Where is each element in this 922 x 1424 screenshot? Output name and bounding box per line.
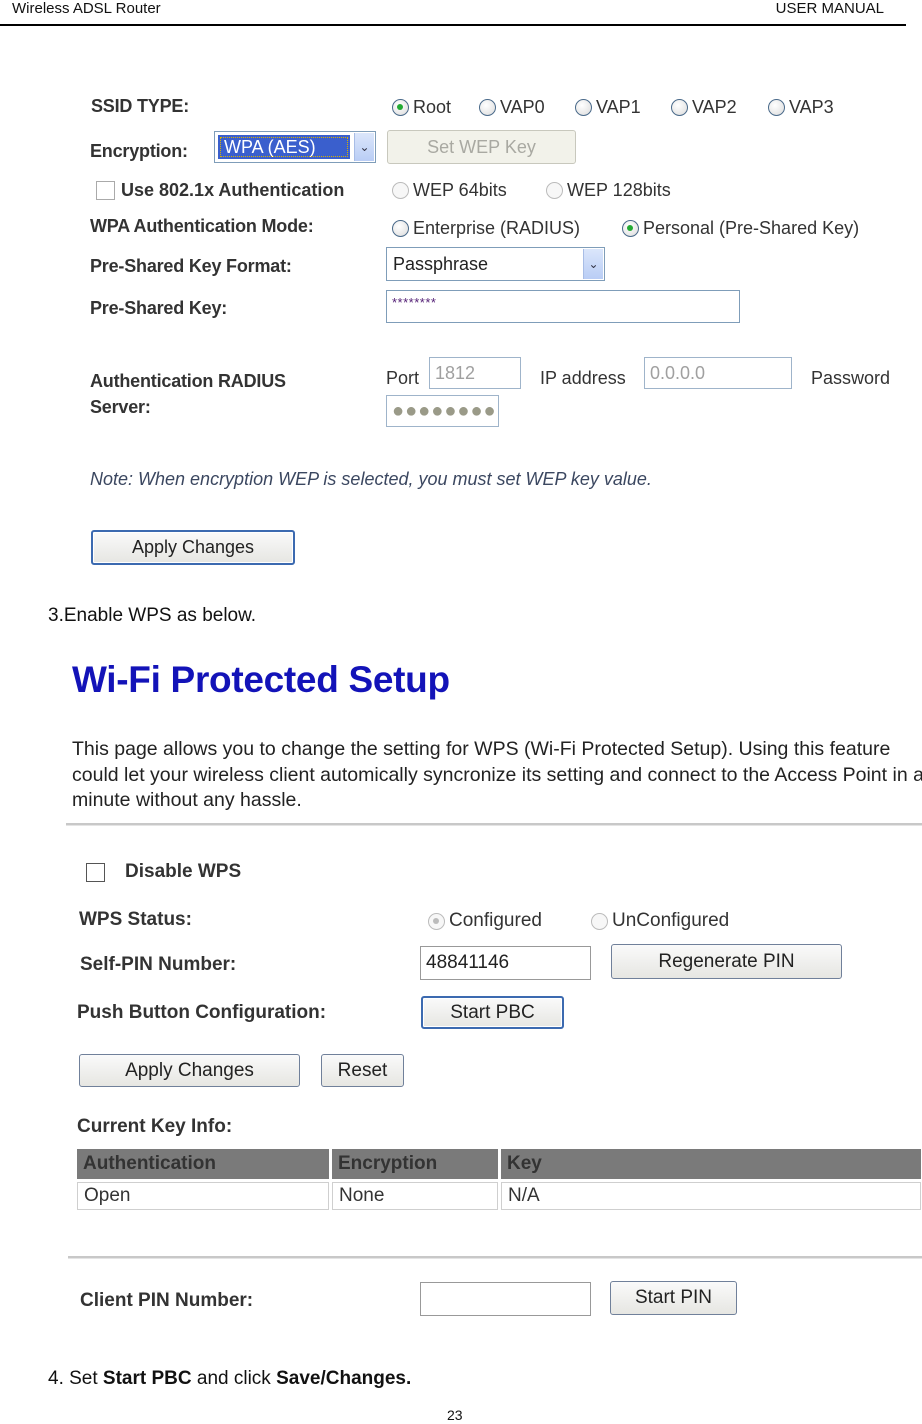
set-wep-key-button[interactable]: Set WEP Key	[387, 130, 576, 164]
wps-status-configured-label: Configured	[449, 910, 542, 931]
header-divider	[0, 24, 906, 26]
use-8021x-label: Use 802.1x Authentication	[121, 180, 345, 200]
radio-icon[interactable]	[392, 182, 409, 199]
ssid-type-vap0[interactable]: VAP0	[479, 97, 545, 118]
radius-ip-label: IP address	[540, 368, 626, 388]
column-header-encryption: Encryption	[332, 1149, 498, 1179]
step-4-instruction: 4. Set Start PBC and click Save/Changes.	[48, 1368, 411, 1390]
step-4-save-changes: Save/Changes.	[276, 1368, 412, 1389]
wps-apply-changes-button[interactable]: Apply Changes	[79, 1054, 300, 1087]
client-pin-label: Client PIN Number:	[80, 1290, 254, 1311]
disable-wps-label: Disable WPS	[125, 861, 242, 882]
current-key-info-table: Authentication Encryption Key Open None …	[74, 1146, 922, 1213]
wep-note: Note: When encryption WEP is selected, y…	[90, 469, 652, 489]
ssid-type-vap2[interactable]: VAP2	[671, 97, 737, 118]
step-4-middle: and click	[191, 1368, 277, 1389]
psk-input[interactable]: ********	[386, 290, 740, 323]
ssid-type-vap1-label: VAP1	[596, 97, 641, 117]
radio-selected-icon[interactable]	[622, 220, 639, 237]
use-8021x-checkbox[interactable]: Use 802.1x Authentication	[96, 180, 344, 201]
radio-icon[interactable]	[768, 99, 785, 116]
auth-mode-enterprise-label: Enterprise (RADIUS)	[413, 218, 581, 238]
step-4-prefix: 4. Set	[48, 1368, 103, 1389]
page-number: 23	[447, 1407, 463, 1423]
radius-password-label: Password	[811, 368, 891, 388]
cell-key: N/A	[501, 1182, 921, 1210]
radio-icon[interactable]	[479, 99, 496, 116]
wep-64bits-radio[interactable]: WEP 64bits	[392, 180, 507, 201]
divider	[66, 823, 922, 826]
wps-description: This page allows you to change the setti…	[72, 738, 922, 811]
radio-icon[interactable]	[546, 182, 563, 199]
checkbox-icon[interactable]	[96, 181, 115, 200]
psk-format-select[interactable]: Passphrase ⌄	[386, 247, 605, 281]
document-header-manual: USER MANUAL	[775, 0, 884, 17]
radio-icon[interactable]	[671, 99, 688, 116]
chevron-down-icon[interactable]: ⌄	[354, 133, 374, 161]
cell-authentication: Open	[77, 1182, 329, 1210]
psk-format-label: Pre-Shared Key Format:	[90, 256, 292, 276]
radio-icon[interactable]	[575, 99, 592, 116]
wps-status-unconfigured[interactable]: UnConfigured	[591, 910, 729, 932]
divider	[68, 1256, 922, 1259]
encryption-label: Encryption:	[90, 141, 188, 161]
disable-wps-checkbox[interactable]: Disable WPS	[86, 861, 241, 883]
auth-mode-enterprise[interactable]: Enterprise (RADIUS)	[392, 218, 580, 239]
wps-status-configured[interactable]: Configured	[428, 910, 542, 932]
wps-status-label: WPS Status:	[79, 909, 192, 930]
apply-changes-button[interactable]: Apply Changes	[91, 530, 295, 565]
wpa-auth-mode-label: WPA Authentication Mode:	[90, 216, 314, 236]
wep-64bits-label: WEP 64bits	[413, 180, 507, 200]
ssid-type-vap0-label: VAP0	[500, 97, 545, 117]
wep-128bits-label: WEP 128bits	[567, 180, 671, 200]
radius-label-line1: Authentication RADIUS	[90, 371, 286, 391]
self-pin-input[interactable]: 48841146	[420, 946, 591, 980]
table-header-row: Authentication Encryption Key	[77, 1149, 921, 1179]
pbc-label: Push Button Configuration:	[77, 1002, 327, 1023]
checkbox-icon[interactable]	[86, 862, 105, 882]
ssid-type-label: SSID TYPE:	[91, 96, 190, 116]
encryption-select-value: WPA (AES)	[218, 135, 350, 159]
radius-port-label: Port	[386, 368, 420, 388]
column-header-authentication: Authentication	[77, 1149, 329, 1179]
wps-reset-button[interactable]: Reset	[321, 1054, 404, 1087]
radio-icon[interactable]	[392, 220, 409, 237]
client-pin-input[interactable]	[420, 1282, 591, 1316]
table-row: Open None N/A	[77, 1182, 921, 1210]
radius-port-input[interactable]: 1812	[429, 357, 521, 389]
encryption-select[interactable]: WPA (AES) ⌄	[214, 131, 376, 163]
document-header-title: Wireless ADSL Router	[12, 0, 161, 17]
auth-mode-personal[interactable]: Personal (Pre-Shared Key)	[622, 218, 859, 239]
radius-password-input[interactable]: ●●●●●●●●	[386, 395, 499, 427]
ssid-type-vap1[interactable]: VAP1	[575, 97, 641, 118]
current-key-info-label: Current Key Info:	[77, 1116, 233, 1137]
ssid-type-vap3-label: VAP3	[789, 97, 834, 117]
ssid-type-vap3[interactable]: VAP3	[768, 97, 834, 118]
regenerate-pin-button[interactable]: Regenerate PIN	[611, 944, 842, 979]
wep-128bits-radio[interactable]: WEP 128bits	[546, 180, 671, 201]
start-pin-button[interactable]: Start PIN	[610, 1281, 737, 1315]
wps-status-unconfigured-label: UnConfigured	[612, 910, 730, 931]
psk-label: Pre-Shared Key:	[90, 298, 228, 318]
start-pbc-button[interactable]: Start PBC	[421, 996, 564, 1029]
step-3-instruction: 3.Enable WPS as below.	[48, 605, 257, 626]
psk-format-value: Passphrase	[393, 253, 489, 274]
ssid-type-root[interactable]: Root	[392, 97, 451, 118]
self-pin-label: Self-PIN Number:	[80, 954, 237, 975]
column-header-key: Key	[501, 1149, 921, 1179]
radius-label-line2: Server:	[90, 397, 151, 417]
cell-encryption: None	[332, 1182, 498, 1210]
radio-selected-icon[interactable]	[392, 99, 409, 116]
auth-mode-personal-label: Personal (Pre-Shared Key)	[643, 218, 860, 238]
radio-icon[interactable]	[591, 912, 608, 930]
step-4-start-pbc: Start PBC	[102, 1368, 192, 1389]
chevron-down-icon[interactable]: ⌄	[583, 249, 603, 279]
ssid-type-root-label: Root	[413, 97, 452, 117]
ssid-type-vap2-label: VAP2	[692, 97, 737, 117]
wps-page-title: Wi-Fi Protected Setup	[72, 659, 450, 700]
radio-selected-icon[interactable]	[428, 912, 445, 930]
radius-ip-input[interactable]: 0.0.0.0	[644, 357, 792, 389]
